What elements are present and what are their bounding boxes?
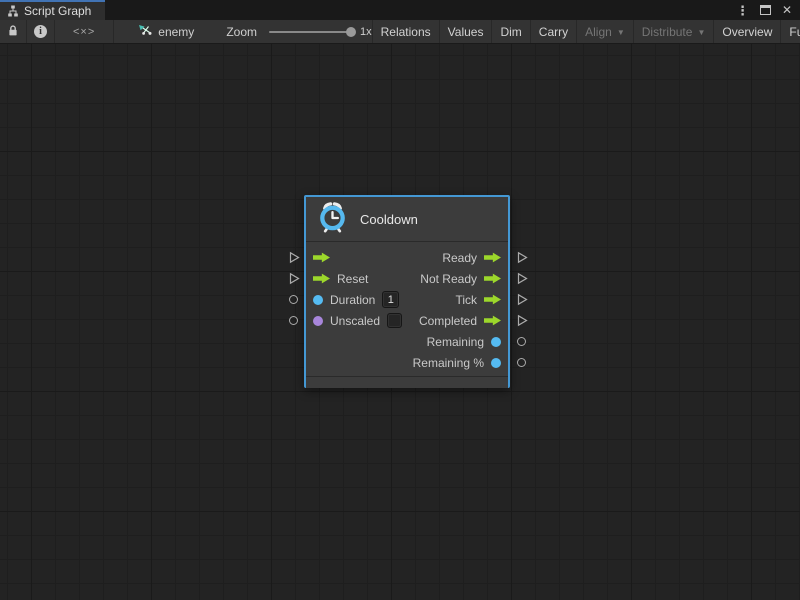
graph-canvas[interactable]: Cooldown Ready Reset Not Ready Duration 1 Tic… <box>0 44 800 600</box>
node-header[interactable]: Cooldown <box>306 197 508 242</box>
maximize-icon[interactable] <box>760 5 771 15</box>
node-row: Remaining <box>306 331 508 352</box>
lock-icon <box>7 24 19 40</box>
node-title: Cooldown <box>360 212 418 227</box>
toolbar-button-overview[interactable]: Overview <box>714 20 781 43</box>
output-port-cell: Not Ready <box>420 272 501 286</box>
output-label-tick: Tick <box>455 293 477 307</box>
value-port-circle <box>289 295 298 304</box>
input-flow-port-triangle-icon[interactable] <box>287 251 300 264</box>
graph-name: enemy <box>158 25 194 39</box>
node-row: Remaining % <box>306 352 508 373</box>
flow-port-arrow-icon[interactable] <box>313 273 330 284</box>
output-flow-port-triangle-icon[interactable] <box>515 293 528 306</box>
output-label-ready: Ready <box>442 251 477 265</box>
output-value-port-circle-icon[interactable] <box>515 356 528 369</box>
close-icon[interactable]: ✕ <box>782 4 792 16</box>
info-icon: i <box>34 25 47 38</box>
node-footer <box>306 376 508 388</box>
output-label-remaining-pct: Remaining % <box>413 356 484 370</box>
toolbar-button-relations[interactable]: Relations <box>373 20 440 43</box>
value-port-circle <box>517 337 526 346</box>
input-label-reset: Reset <box>337 272 368 286</box>
output-label-completed: Completed <box>419 314 477 328</box>
tab-script-graph[interactable]: Script Graph <box>0 0 105 20</box>
tab-title: Script Graph <box>24 4 91 18</box>
window-controls: ⋮ ✕ <box>736 0 800 20</box>
output-flow-port-triangle-icon[interactable] <box>515 314 528 327</box>
toolbar-button-full-screen[interactable]: Full Screen <box>781 20 800 43</box>
zoom-slider[interactable] <box>269 31 351 33</box>
output-port-cell: Remaining <box>427 335 501 349</box>
toolbar-button-distribute[interactable]: Distribute▼ <box>634 20 715 43</box>
value-port-circle <box>517 358 526 367</box>
script-graph-window: Script Graph ⋮ ✕ i <×> <box>0 0 800 600</box>
zoom-value: 1x <box>360 26 372 38</box>
window-menu-icon[interactable]: ⋮ <box>736 4 749 17</box>
toolbar-button-carry[interactable]: Carry <box>531 20 577 43</box>
angle-x-button[interactable]: <×> <box>55 20 114 43</box>
flow-port-arrow-icon[interactable] <box>313 252 330 263</box>
dropdown-arrow-icon: ▼ <box>617 28 625 37</box>
value-port-circle <box>289 316 298 325</box>
flow-port-arrow-icon[interactable] <box>484 315 501 326</box>
flow-port-arrow-icon[interactable] <box>484 273 501 284</box>
toolbar-button-align[interactable]: Align▼ <box>577 20 634 43</box>
output-value-port-circle-icon[interactable] <box>515 335 528 348</box>
lock-button[interactable] <box>0 20 27 43</box>
node-row: Unscaled Completed <box>306 310 508 331</box>
zoom-label: Zoom <box>226 25 257 39</box>
info-button[interactable]: i <box>27 20 55 43</box>
input-label-duration: Duration <box>330 293 375 307</box>
output-port-cell: Remaining % <box>413 356 501 370</box>
flow-port-arrow-icon[interactable] <box>484 252 501 263</box>
graph-breadcrumb[interactable]: enemy <box>138 20 194 43</box>
input-port-cell: Unscaled <box>313 313 402 328</box>
unscaled-checkbox[interactable] <box>387 313 402 328</box>
output-port-cell: Completed <box>419 314 501 328</box>
output-flow-port-triangle-icon[interactable] <box>515 251 528 264</box>
node-row: Ready <box>306 247 508 268</box>
alarm-clock-icon <box>316 201 349 237</box>
hierarchy-graph-icon <box>7 5 19 17</box>
graph-toolbar: i <×> enemy Zoom 1x RelationsValuesDimCa… <box>0 20 800 44</box>
input-port-cell: Duration 1 <box>313 291 399 308</box>
zoom-slider-handle[interactable] <box>346 27 356 37</box>
input-label-unscaled: Unscaled <box>330 314 380 328</box>
node-row: Reset Not Ready <box>306 268 508 289</box>
input-value-port-circle-icon[interactable] <box>287 314 300 327</box>
input-port-cell <box>313 252 330 263</box>
input-port-cell: Reset <box>313 272 368 286</box>
output-port-cell: Ready <box>442 251 501 265</box>
tab-bar: Script Graph ⋮ ✕ <box>0 0 800 20</box>
value-port-dot-icon[interactable] <box>491 337 501 347</box>
cooldown-node[interactable]: Cooldown Ready Reset Not Ready Duration 1 Tic… <box>304 195 510 388</box>
value-port-dot-icon[interactable] <box>313 295 323 305</box>
output-label-not-ready: Not Ready <box>420 272 477 286</box>
toolbar-button-values[interactable]: Values <box>440 20 493 43</box>
node-row: Duration 1 Tick <box>306 289 508 310</box>
zoom-control: Zoom 1x <box>226 20 371 43</box>
duration-value-field[interactable]: 1 <box>382 291 399 308</box>
value-port-dot-icon[interactable] <box>491 358 501 368</box>
node-body: Ready Reset Not Ready Duration 1 Tick Unscaled… <box>306 242 508 376</box>
value-port-dot-icon[interactable] <box>313 316 323 326</box>
output-label-remaining: Remaining <box>427 335 484 349</box>
dropdown-arrow-icon: ▼ <box>697 28 705 37</box>
flow-port-arrow-icon[interactable] <box>484 294 501 305</box>
toolbar-buttons: RelationsValuesDimCarryAlign▼Distribute▼… <box>372 20 800 43</box>
input-flow-port-triangle-icon[interactable] <box>287 272 300 285</box>
output-flow-port-triangle-icon[interactable] <box>515 272 528 285</box>
graph-icon <box>138 24 152 39</box>
input-value-port-circle-icon[interactable] <box>287 293 300 306</box>
toolbar-button-dim[interactable]: Dim <box>492 20 530 43</box>
output-port-cell: Tick <box>455 293 501 307</box>
